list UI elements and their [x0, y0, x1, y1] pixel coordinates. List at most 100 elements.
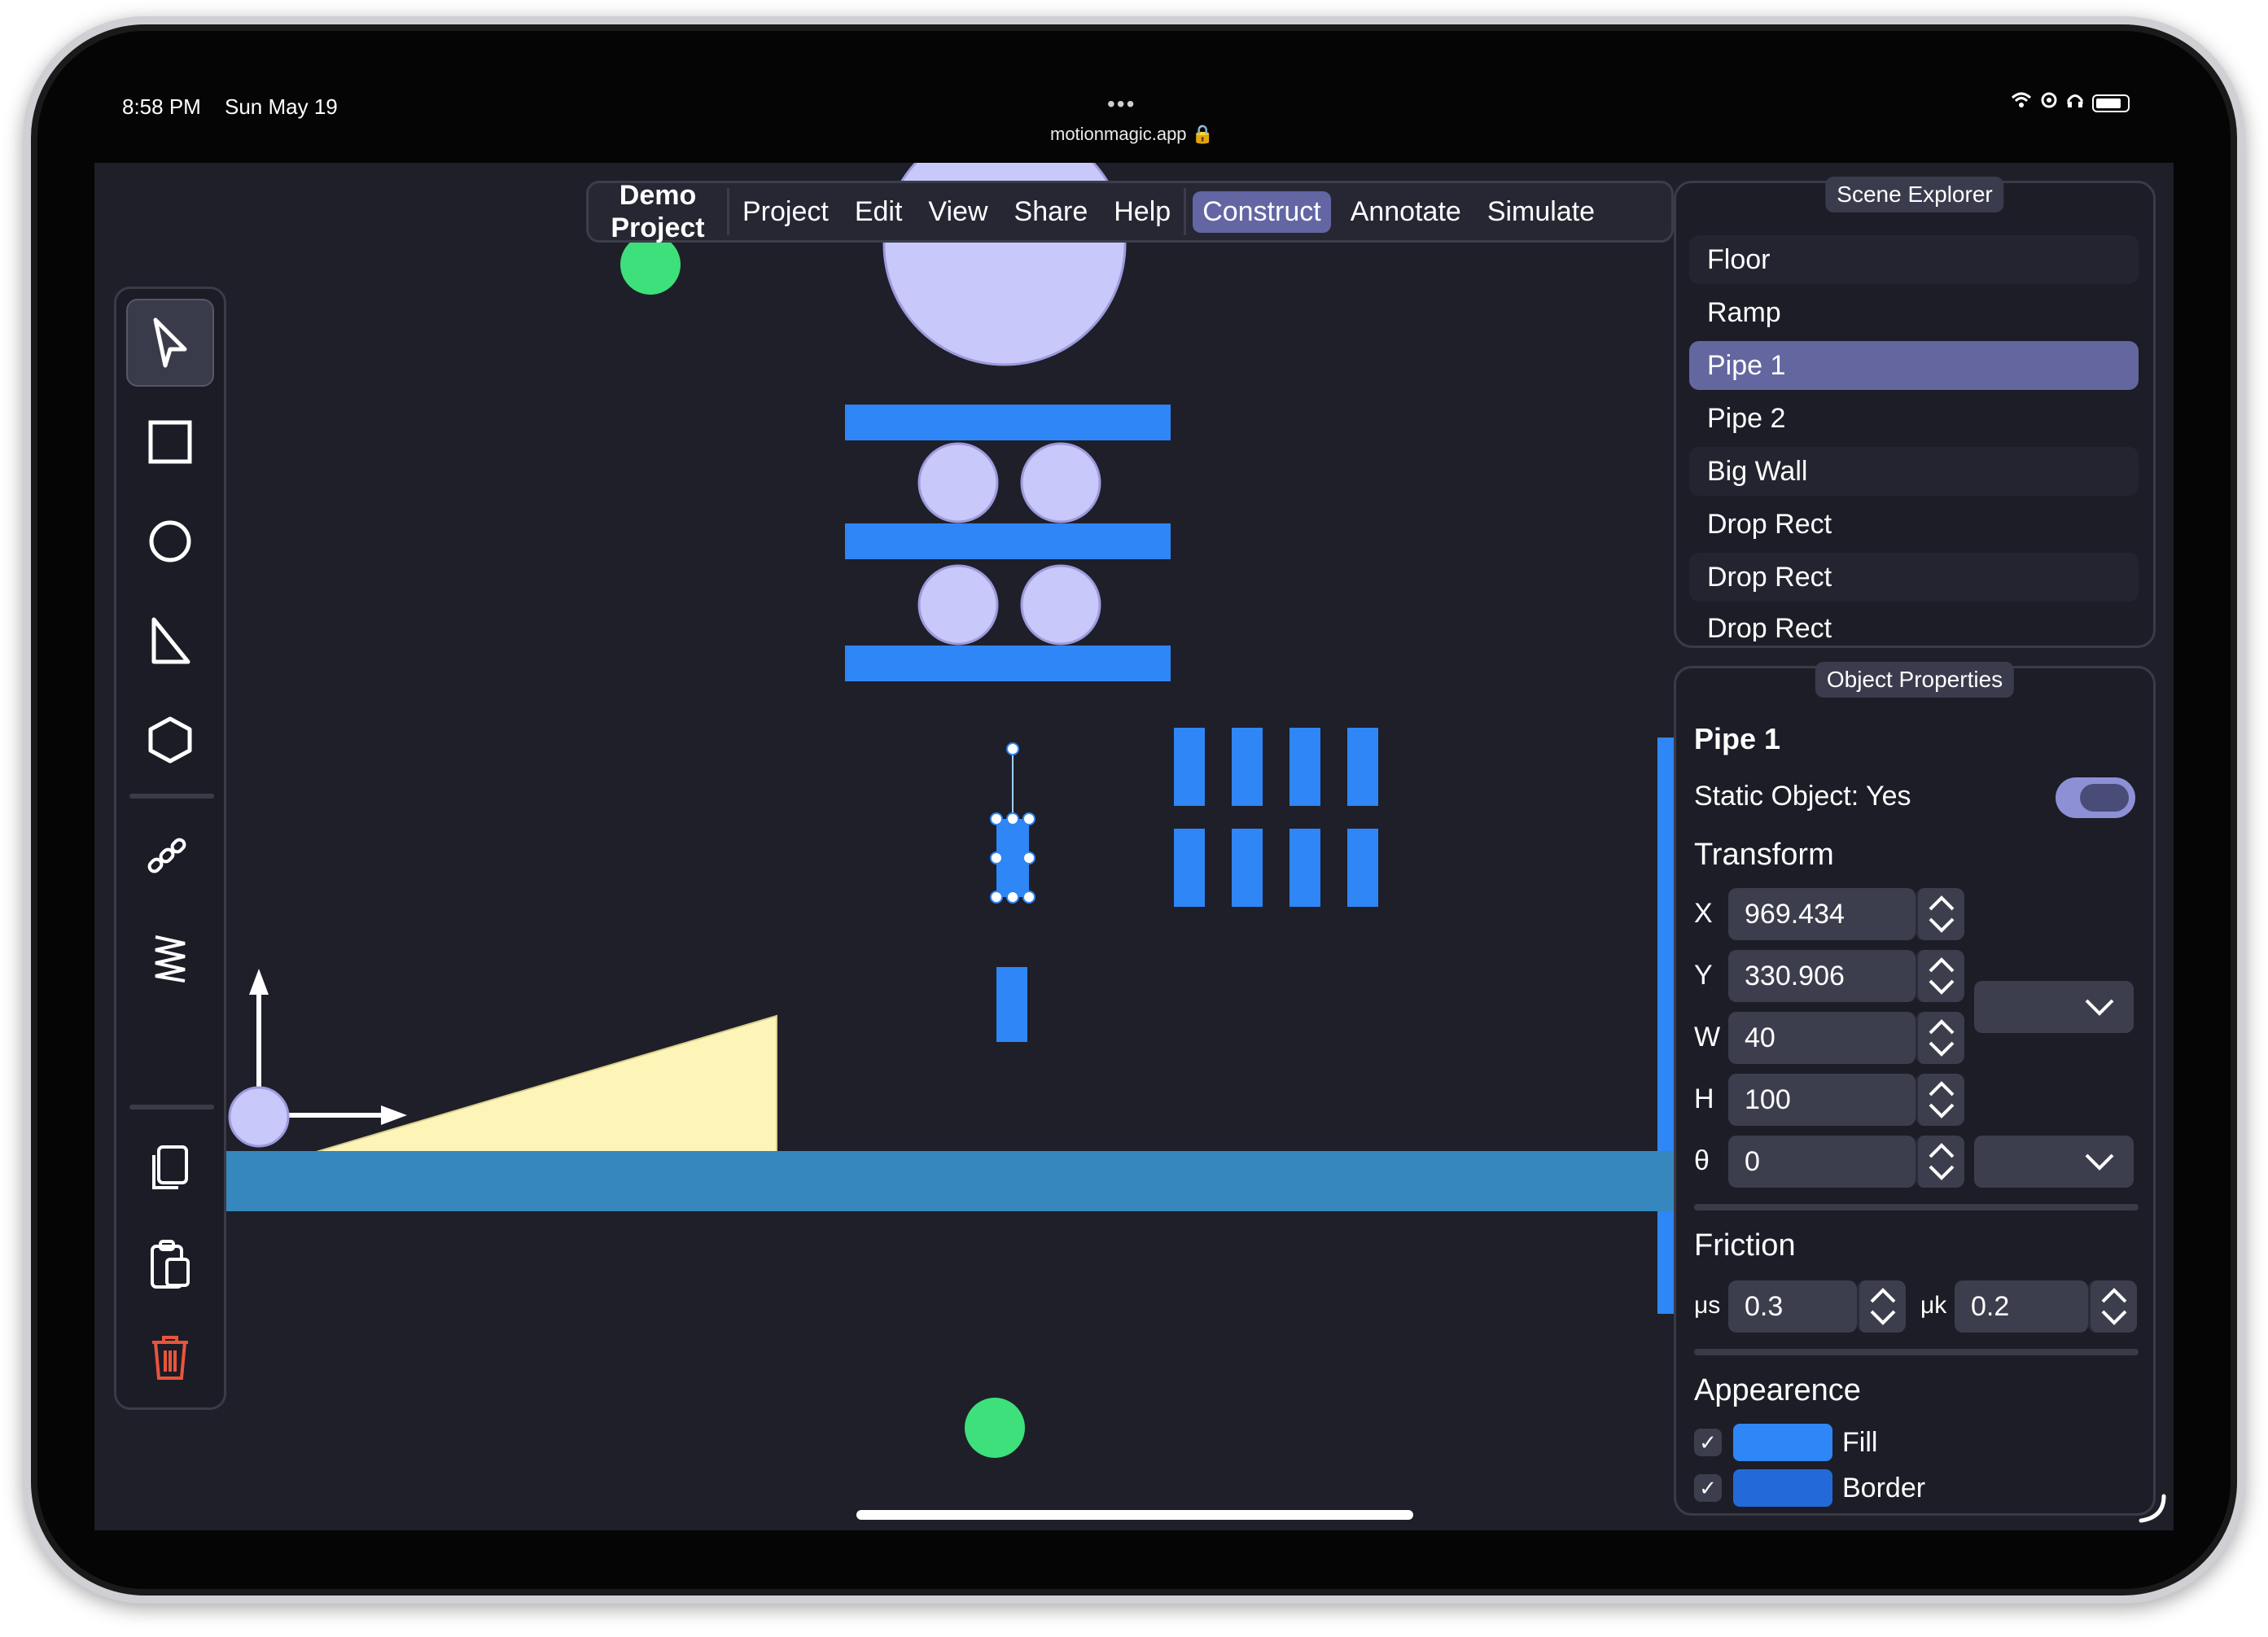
- theta-stepper[interactable]: [1916, 1136, 1964, 1188]
- chevron-up-down-icon: [1929, 957, 1954, 995]
- static-friction-field[interactable]: 0.3: [1728, 1280, 1857, 1333]
- scene-item-pipe-1[interactable]: Pipe 1: [1689, 341, 2139, 390]
- spring-tool[interactable]: [126, 914, 214, 1002]
- static-friction-stepper[interactable]: [1857, 1280, 1906, 1333]
- w-stepper[interactable]: [1916, 1012, 1964, 1064]
- h-stepper[interactable]: [1916, 1074, 1964, 1126]
- hexagon-icon: [148, 716, 192, 764]
- rope-tool[interactable]: [126, 815, 214, 903]
- shelf-3[interactable]: [845, 646, 1171, 681]
- wifi-icon: [2011, 91, 2032, 115]
- copy-button[interactable]: [126, 1124, 214, 1212]
- menu-view[interactable]: View: [915, 196, 1000, 228]
- drop-rect[interactable]: [1289, 728, 1320, 806]
- y-field[interactable]: 330.906: [1728, 950, 1916, 1002]
- border-checkbox[interactable]: ✓: [1694, 1474, 1722, 1502]
- fill-color-swatch[interactable]: [1733, 1424, 1832, 1461]
- mu-k-label: μk: [1920, 1292, 1947, 1319]
- resize-handle[interactable]: [1022, 851, 1035, 864]
- chevron-up-down-icon: [2101, 1288, 2126, 1325]
- resize-corner-icon[interactable]: [2136, 1493, 2169, 1525]
- x-field[interactable]: 969.434: [1728, 888, 1916, 940]
- menu-bar: Demo Project Project Edit View Share Hel…: [586, 179, 1674, 244]
- ramp[interactable]: [307, 1014, 777, 1155]
- scene-item-pipe-2[interactable]: Pipe 2: [1689, 394, 2139, 443]
- theta-field[interactable]: 0: [1728, 1136, 1916, 1188]
- static-object-toggle[interactable]: [2056, 777, 2135, 818]
- resize-handle[interactable]: [990, 812, 1003, 825]
- section-divider: [1694, 1204, 2139, 1210]
- battery-icon: [2092, 94, 2130, 112]
- resize-handle[interactable]: [990, 891, 1003, 904]
- multitask-dots[interactable]: •••: [1107, 91, 1136, 117]
- triangle-tool[interactable]: [126, 597, 214, 685]
- w-field[interactable]: 40: [1728, 1012, 1916, 1064]
- drop-rect[interactable]: [1232, 728, 1263, 806]
- scene-item-big-wall[interactable]: Big Wall: [1689, 447, 2139, 496]
- selected-pipe-1[interactable]: [990, 742, 1035, 904]
- border-color-swatch[interactable]: [1733, 1469, 1832, 1507]
- home-indicator[interactable]: [856, 1510, 1413, 1520]
- chevron-up-down-icon: [1870, 1288, 1895, 1325]
- drop-rect[interactable]: [1174, 829, 1205, 907]
- rotation-handle[interactable]: [1006, 742, 1019, 755]
- rectangle-tool[interactable]: [126, 398, 214, 486]
- appearance-heading: Appearence: [1694, 1373, 1861, 1407]
- circle-tool[interactable]: [126, 497, 214, 585]
- small-ball[interactable]: [1020, 564, 1101, 646]
- delete-button[interactable]: [126, 1313, 214, 1401]
- floor[interactable]: [226, 1151, 1674, 1211]
- resize-handle[interactable]: [1006, 812, 1019, 825]
- theta-label: θ: [1694, 1145, 1710, 1176]
- resize-handle[interactable]: [1022, 812, 1035, 825]
- scene-item-drop-rect[interactable]: Drop Rect: [1689, 606, 2139, 641]
- h-field[interactable]: 100: [1728, 1074, 1916, 1126]
- tool-divider: [129, 794, 214, 799]
- kinetic-friction-field[interactable]: 0.2: [1955, 1280, 2088, 1333]
- trash-icon: [152, 1336, 188, 1380]
- mode-annotate[interactable]: Annotate: [1338, 196, 1474, 228]
- chevron-up-down-icon: [1929, 1019, 1954, 1057]
- shelf-2[interactable]: [845, 523, 1171, 559]
- resize-handle[interactable]: [990, 851, 1003, 864]
- angle-unit-dropdown[interactable]: [1974, 1136, 2134, 1188]
- size-unit-dropdown[interactable]: [1974, 981, 2134, 1033]
- x-stepper[interactable]: [1916, 888, 1964, 940]
- project-title[interactable]: Demo Project: [589, 179, 727, 244]
- drop-rect[interactable]: [1232, 829, 1263, 907]
- small-ball[interactable]: [1020, 442, 1101, 523]
- drop-rect[interactable]: [1289, 829, 1320, 907]
- drop-rect[interactable]: [1347, 829, 1378, 907]
- scene-item-drop-rect[interactable]: Drop Rect: [1689, 500, 2139, 549]
- menu-share[interactable]: Share: [1001, 196, 1101, 228]
- chevron-up-down-icon: [1929, 1081, 1954, 1118]
- kinetic-friction-stepper[interactable]: [2088, 1280, 2137, 1333]
- mode-simulate[interactable]: Simulate: [1474, 196, 1608, 228]
- select-tool[interactable]: [126, 299, 214, 387]
- big-wall[interactable]: [1657, 738, 1674, 1314]
- scene-item-ramp[interactable]: Ramp: [1689, 288, 2139, 337]
- polygon-tool[interactable]: [126, 696, 214, 784]
- paste-icon: [151, 1240, 190, 1289]
- small-ball[interactable]: [917, 564, 999, 646]
- menu-help[interactable]: Help: [1101, 196, 1184, 228]
- resize-handle[interactable]: [1022, 891, 1035, 904]
- pipe-2[interactable]: [996, 967, 1027, 1042]
- url-label: motionmagic.app 🔒: [1050, 124, 1215, 144]
- green-ball-bottom[interactable]: [965, 1398, 1025, 1458]
- rectangle-icon: [148, 420, 192, 464]
- menu-project[interactable]: Project: [729, 196, 842, 228]
- y-stepper[interactable]: [1916, 950, 1964, 1002]
- resize-handle[interactable]: [1006, 891, 1019, 904]
- drop-rect[interactable]: [1174, 728, 1205, 806]
- shelf-1[interactable]: [845, 405, 1171, 440]
- menu-edit[interactable]: Edit: [842, 196, 916, 228]
- drop-rect[interactable]: [1347, 728, 1378, 806]
- scene-item-drop-rect[interactable]: Drop Rect: [1689, 553, 2139, 602]
- paste-button[interactable]: [126, 1220, 214, 1308]
- small-ball[interactable]: [917, 442, 999, 523]
- scene-item-floor[interactable]: Floor: [1689, 235, 2139, 284]
- menu-divider: [1184, 188, 1187, 235]
- fill-checkbox[interactable]: ✓: [1694, 1429, 1722, 1456]
- mode-construct[interactable]: Construct: [1193, 190, 1331, 233]
